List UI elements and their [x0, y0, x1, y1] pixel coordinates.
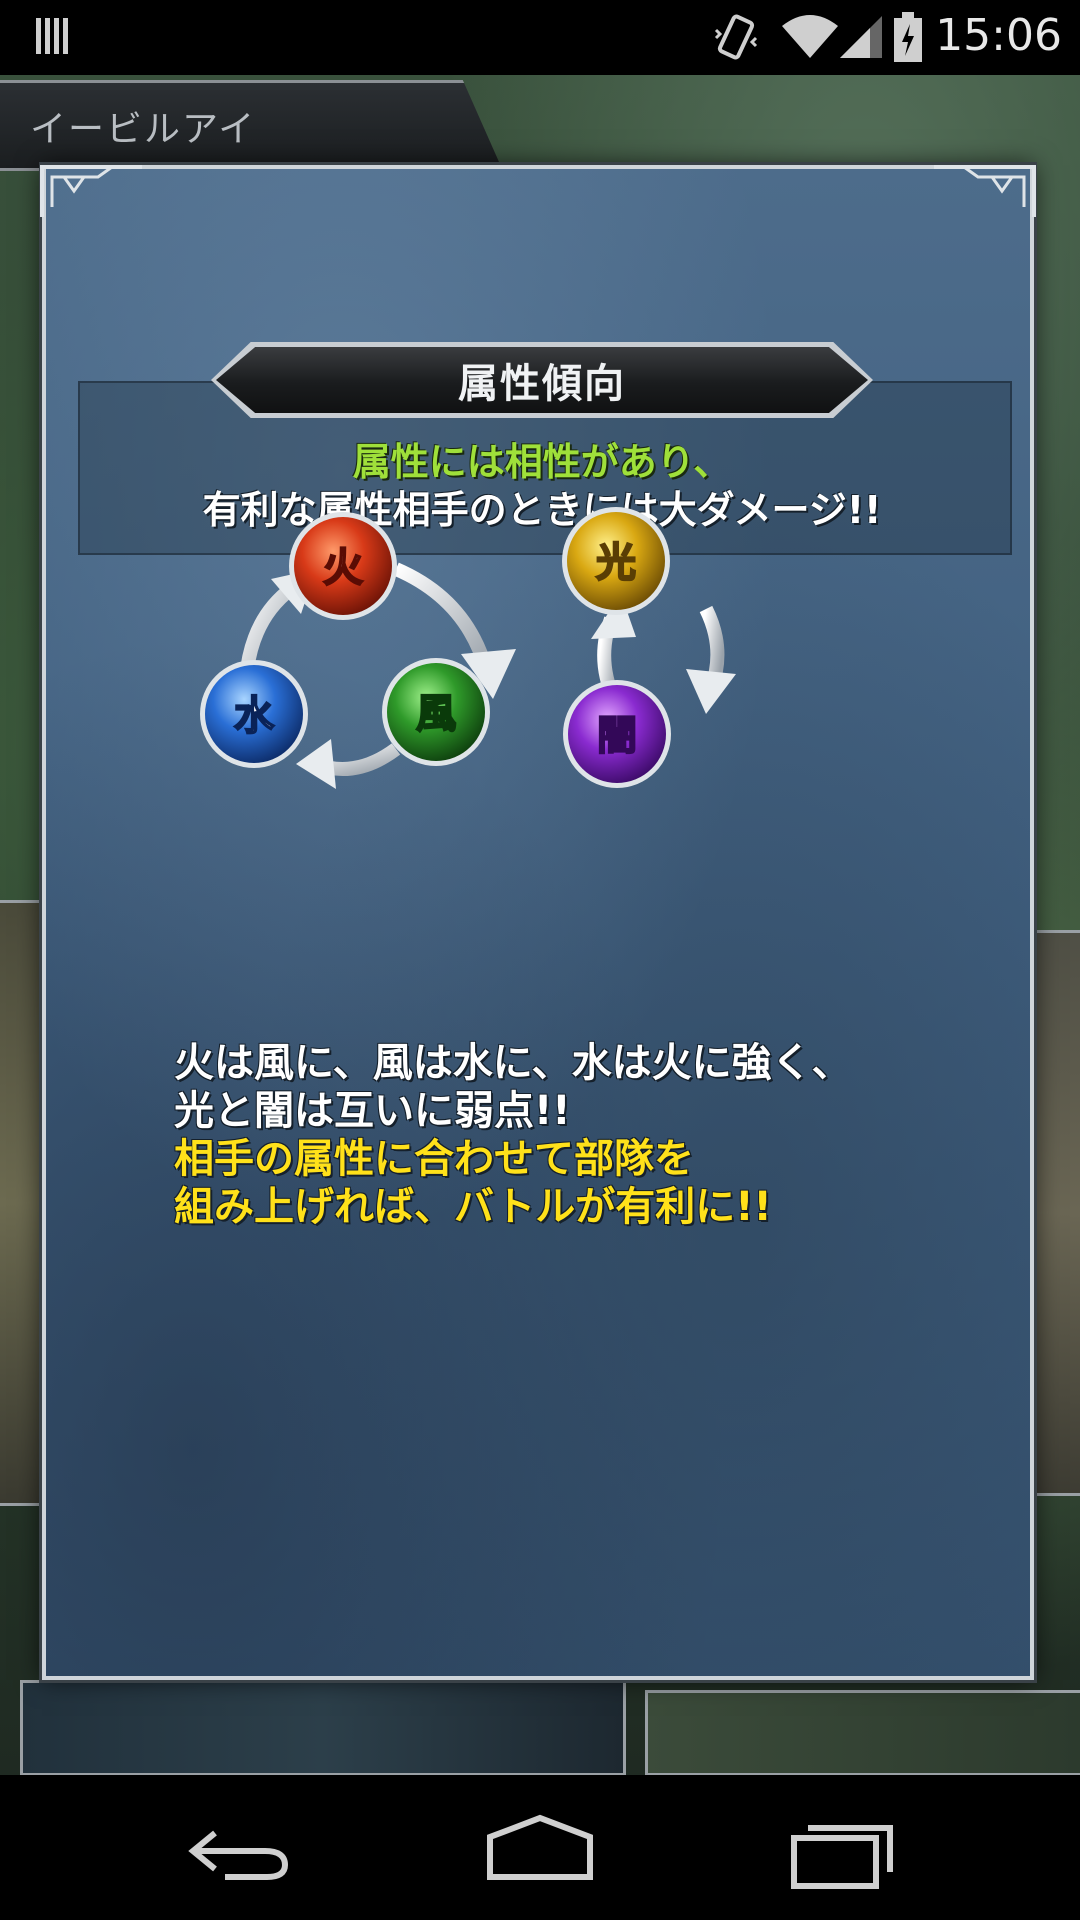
attribute-dialog[interactable]: 属性傾向 属性には相性があり、 有利な属性相手のときには大ダメージ!! 火 風 … — [40, 165, 1036, 1680]
screen: 15:06 イービルアイ 属性傾向 属性には相性があり、 有利な属性相手のときに… — [0, 0, 1080, 1920]
battery-icon — [894, 12, 922, 62]
wind-orb — [382, 658, 490, 766]
signal-icon — [840, 16, 882, 58]
bottom-panel-right — [645, 1690, 1080, 1776]
arrow-dark-to-light-head — [591, 594, 636, 639]
description-text: 火は風に、風は水に、水は火に強く、 光と闇は互いに弱点!! 相手の属性に合わせて… — [174, 1039, 852, 1231]
monster-name-label: イービルアイ — [30, 109, 257, 150]
wifi-icon — [782, 15, 838, 58]
water-orb — [200, 660, 308, 768]
description-line-3: 相手の属性に合わせて部隊を — [174, 1136, 694, 1182]
arrow-fire-to-wind-head — [461, 649, 516, 699]
arrow-fire-to-wind — [393, 562, 493, 671]
arrow-light-to-dark-head — [686, 669, 736, 714]
corner-ornament-left — [40, 165, 142, 217]
arrow-wind-to-water-head — [296, 739, 336, 789]
home-icon[interactable] — [485, 1813, 595, 1883]
recents-icon[interactable] — [790, 1820, 900, 1890]
arrow-light-to-dark — [699, 605, 725, 692]
dark-orb — [563, 680, 671, 788]
vibrate-icon — [714, 14, 758, 60]
dialog-title: 属性傾向 — [458, 361, 626, 407]
bottom-panel-left — [20, 1680, 626, 1776]
arrow-water-to-fire — [239, 583, 296, 680]
clock: 15:06 — [935, 10, 1062, 61]
arrow-water-to-fire-head — [271, 569, 316, 614]
description-line-2: 光と闇は互いに弱点!! — [174, 1088, 571, 1134]
description-line-1: 火は風に、風は水に、水は火に強く、 — [174, 1040, 852, 1086]
wind-orb-label: 風 — [416, 691, 456, 737]
side-card-right — [1033, 930, 1080, 1496]
arrow-dark-to-light — [597, 616, 621, 702]
back-icon[interactable] — [185, 1823, 295, 1883]
info-text-white: 有利な属性相手のときには大ダメージ!! — [202, 488, 882, 532]
description-line-4: 組み上げれば、バトルが有利に!! — [174, 1184, 772, 1230]
side-card-left — [0, 900, 47, 1506]
corner-ornament-right — [934, 165, 1036, 217]
status-bar: 15:06 — [0, 0, 1080, 75]
dark-orb-label: 闇 — [597, 713, 637, 759]
arrow-wind-to-water — [313, 743, 401, 776]
notification-icon — [36, 18, 68, 54]
water-orb-label: 水 — [234, 693, 275, 739]
info-text-green: 属性には相性があり、 — [352, 440, 732, 484]
navigation-bar — [0, 1775, 1080, 1920]
